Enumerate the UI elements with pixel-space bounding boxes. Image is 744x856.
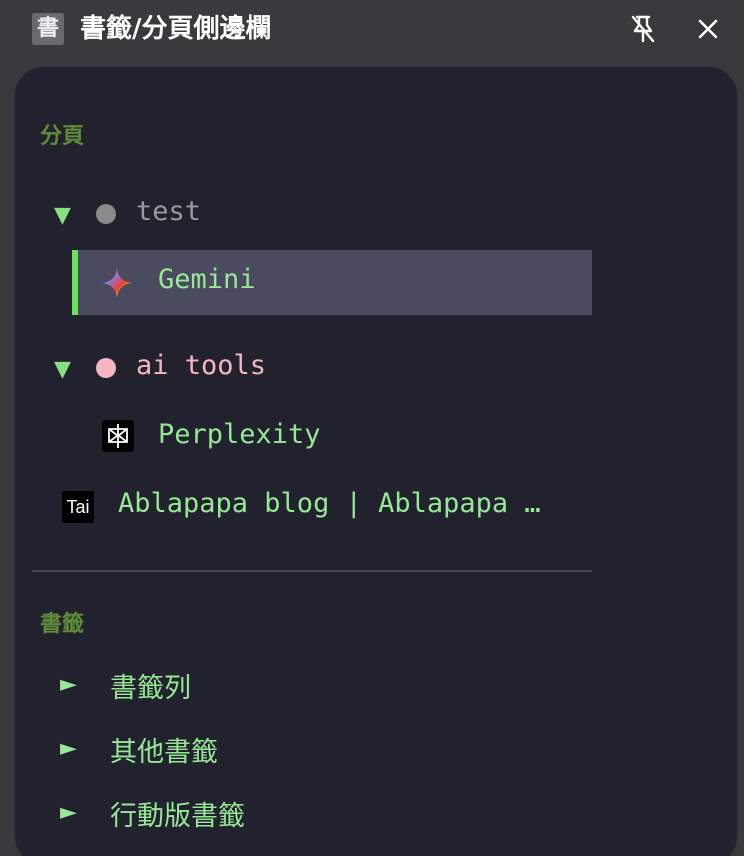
- group-collapse-toggle[interactable]: ▼: [54, 357, 71, 382]
- bookmark-folder-mobile[interactable]: ► 行動版書籤: [56, 790, 456, 840]
- app-icon: 書: [32, 13, 64, 45]
- expand-arrow-icon: ►: [60, 800, 77, 825]
- tab-label: Gemini: [158, 264, 256, 295]
- unpin-icon: [631, 15, 655, 43]
- tabs-section-title: 分頁: [40, 124, 85, 149]
- tab-item-gemini[interactable]: [72, 250, 592, 315]
- folder-label: 其他書籤: [110, 737, 218, 768]
- tab-label: Perplexity: [158, 419, 321, 450]
- group-name: ai tools: [136, 350, 267, 381]
- tab-label: Ablapapa blog | Ablapapa …: [118, 488, 541, 519]
- folder-label: 書籤列: [110, 673, 191, 704]
- unpin-button[interactable]: [626, 12, 660, 46]
- tai-favicon-icon: Tai: [62, 491, 94, 523]
- bookmark-folder-bookmarks-bar[interactable]: ► 書籤列: [56, 662, 456, 712]
- perplexity-icon: [102, 420, 134, 452]
- group-color-dot: [96, 358, 116, 378]
- bookmarks-section-title: 書籤: [40, 612, 85, 637]
- group-collapse-toggle[interactable]: ▼: [54, 203, 71, 228]
- close-button[interactable]: [691, 12, 725, 46]
- folder-label: 行動版書籤: [110, 801, 245, 832]
- section-divider: [32, 570, 592, 572]
- window-title: 書籤/分頁側邊欄: [80, 14, 272, 44]
- active-indicator: [72, 250, 78, 315]
- expand-arrow-icon: ►: [60, 736, 77, 761]
- expand-arrow-icon: ►: [60, 672, 77, 697]
- group-color-dot: [96, 204, 116, 224]
- title-bar: 書 書籤/分頁側邊欄: [0, 0, 744, 58]
- bookmark-folder-other[interactable]: ► 其他書籤: [56, 726, 456, 776]
- close-icon: [698, 19, 718, 39]
- gemini-icon: [102, 268, 132, 298]
- group-name: test: [136, 196, 202, 227]
